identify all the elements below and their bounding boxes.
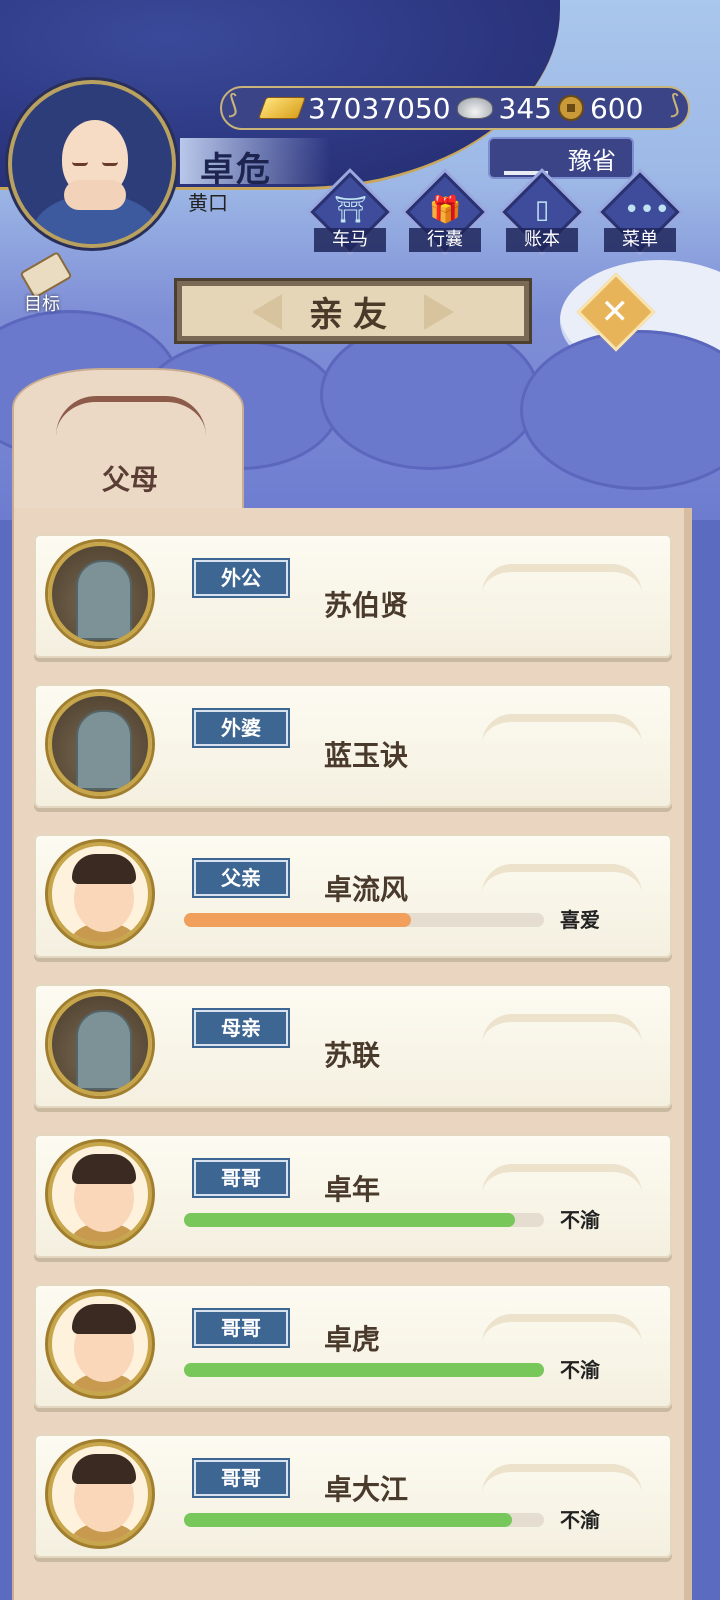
wave-decoration xyxy=(482,1164,642,1194)
bag-button[interactable]: 🎁 行囊 xyxy=(405,172,485,256)
affinity-label: 不渝 xyxy=(560,1508,600,1532)
affinity-bar-fill xyxy=(184,1213,516,1227)
ledger-button[interactable]: ▯ 账本 xyxy=(502,172,582,256)
affinity-label: 不渝 xyxy=(560,1208,600,1232)
player-name: 卓危 xyxy=(200,150,272,190)
relative-card[interactable]: 母亲苏联 xyxy=(34,984,672,1108)
inkstone-icon xyxy=(504,143,548,175)
relative-card[interactable]: 哥哥 卓年不渝 xyxy=(34,1134,672,1258)
currency-bar: ⟆ 37037050 345 600 ⟆ xyxy=(220,86,690,130)
affinity-bar xyxy=(184,1213,544,1227)
affinity-label: 不渝 xyxy=(560,1358,600,1382)
province-label: 豫省 xyxy=(568,146,616,175)
tab-label: 父母 xyxy=(101,463,158,496)
tombstone-portrait[interactable] xyxy=(48,992,152,1096)
relative-name: 卓大江 xyxy=(324,1473,409,1506)
wave-decoration xyxy=(482,864,642,894)
relative-portrait[interactable] xyxy=(48,1142,152,1246)
relative-name: 卓年 xyxy=(324,1173,381,1206)
page-title-banner: 亲友 xyxy=(174,278,532,344)
more-menu-button[interactable]: ••• 菜单 xyxy=(600,172,680,256)
relative-portrait[interactable] xyxy=(48,842,152,946)
relation-badge: 父亲 xyxy=(192,858,290,898)
bamboo-icon: ⟆ xyxy=(669,90,680,120)
goal-label: 目标 xyxy=(24,294,60,315)
relative-card[interactable]: 外公苏伯贤 xyxy=(34,534,672,658)
carriage-button[interactable]: ⛩ 车马 xyxy=(310,172,390,256)
relative-name: 卓流风 xyxy=(324,873,409,906)
relative-name: 卓虎 xyxy=(324,1323,381,1356)
affinity-bar-fill xyxy=(184,913,411,927)
relative-card[interactable]: 父亲 卓流风喜爱 xyxy=(34,834,672,958)
page-title: 亲友 xyxy=(182,286,524,336)
relative-card[interactable]: 哥哥 卓虎不渝 xyxy=(34,1284,672,1408)
relative-card[interactable]: 哥哥 卓大江不渝 xyxy=(34,1434,672,1558)
relative-card[interactable]: 外婆蓝玉诀 xyxy=(34,684,672,808)
gold-ingot-icon xyxy=(257,97,307,119)
relative-name: 苏伯贤 xyxy=(324,589,409,622)
ledger-icon: ▯ xyxy=(534,195,550,225)
relative-name: 蓝玉诀 xyxy=(324,739,409,772)
relation-badge: 哥哥 xyxy=(192,1458,290,1498)
ledger-label: 账本 xyxy=(506,228,578,252)
affinity-bar-fill xyxy=(184,1363,544,1377)
relation-badge: 外婆 xyxy=(192,708,290,748)
goal-button[interactable]: 目标 xyxy=(14,251,84,316)
relation-badge: 哥哥 xyxy=(192,1308,290,1348)
relative-name: 苏联 xyxy=(324,1039,381,1072)
tombstone-portrait[interactable] xyxy=(48,692,152,796)
wave-decoration xyxy=(482,1464,642,1494)
carriage-icon: ⛩ xyxy=(334,195,368,225)
wave-decoration xyxy=(482,714,642,744)
wave-decoration xyxy=(482,1314,642,1344)
cloud-ornament-icon xyxy=(56,396,206,436)
close-icon: ✕ xyxy=(600,292,630,333)
wave-decoration xyxy=(482,564,642,594)
tombstone-portrait[interactable] xyxy=(48,542,152,646)
affinity-bar xyxy=(184,913,544,927)
coin-amount: 600 xyxy=(589,91,644,125)
wave-decoration xyxy=(482,1014,642,1044)
affinity-bar xyxy=(184,1513,544,1527)
bamboo-icon: ⟆ xyxy=(228,90,239,120)
relation-badge: 哥哥 xyxy=(192,1158,290,1198)
relation-badge: 母亲 xyxy=(192,1008,290,1048)
affinity-bar-fill xyxy=(184,1513,512,1527)
relation-badge: 外公 xyxy=(192,558,290,598)
player-title: 黄口 xyxy=(188,191,228,215)
affinity-label: 喜爱 xyxy=(560,908,600,932)
tab-parents[interactable]: 父母 xyxy=(12,368,244,516)
affinity-bar xyxy=(184,1363,544,1377)
bag-label: 行囊 xyxy=(409,228,481,252)
relative-portrait[interactable] xyxy=(48,1442,152,1546)
carriage-label: 车马 xyxy=(314,228,386,252)
bag-icon: 🎁 xyxy=(429,195,462,225)
relative-portrait[interactable] xyxy=(48,1292,152,1396)
gold-amount: 37037050 xyxy=(308,91,451,125)
player-avatar[interactable] xyxy=(8,80,176,248)
copper-coin-icon xyxy=(557,95,584,121)
province-button[interactable]: 豫省 xyxy=(488,137,634,179)
silver-amount: 345 xyxy=(498,91,552,125)
more-menu-label: 菜单 xyxy=(604,228,676,252)
more-icon: ••• xyxy=(624,195,671,225)
silver-ingot-icon xyxy=(456,97,493,119)
